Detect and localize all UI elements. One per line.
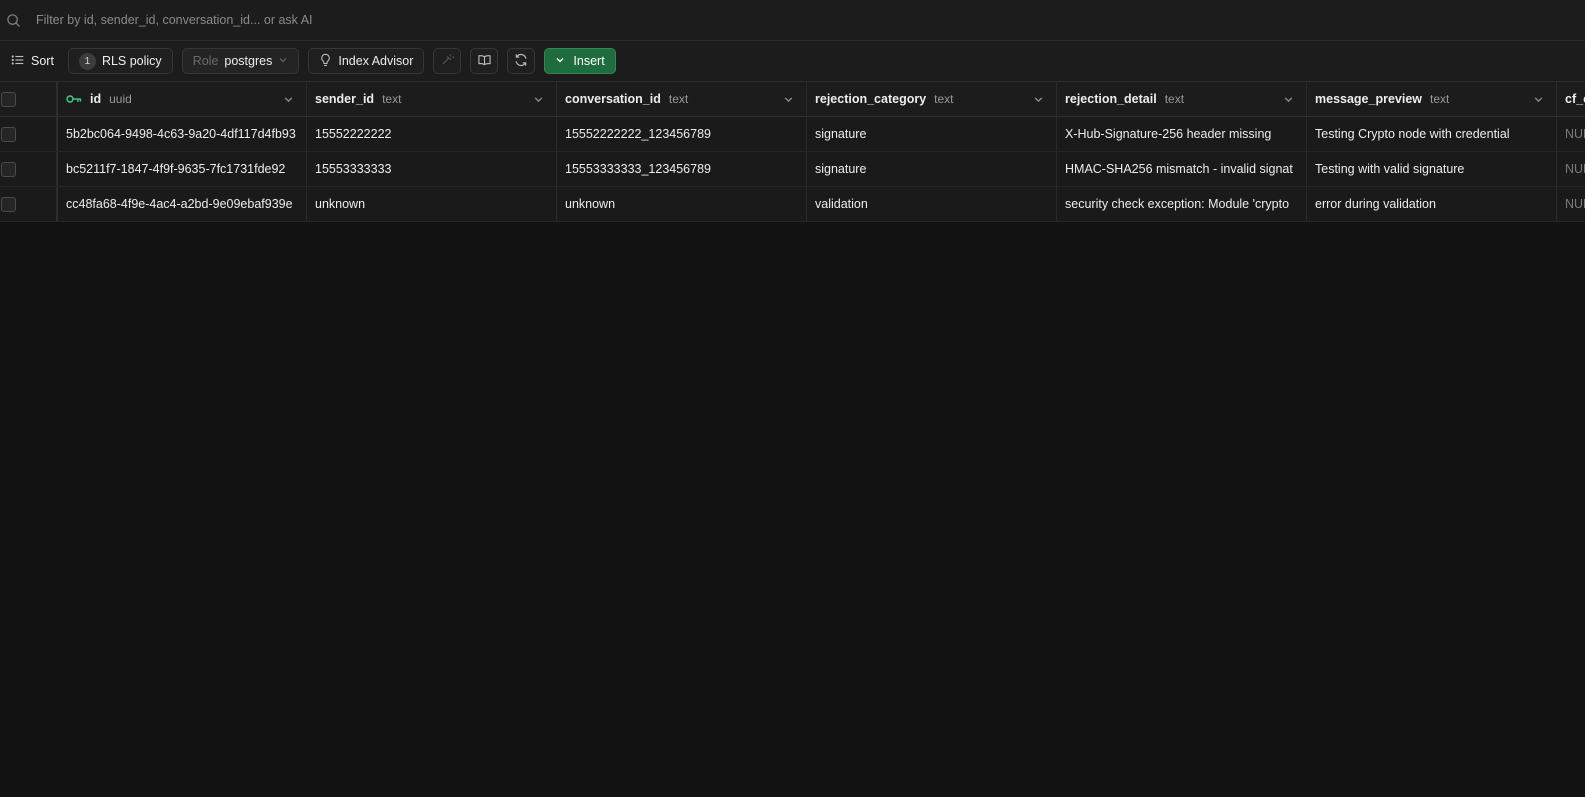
chevron-down-icon[interactable] — [1033, 94, 1044, 105]
cell-sender-id[interactable]: 15552222222 — [307, 117, 557, 151]
insert-button[interactable]: Insert — [544, 48, 616, 74]
role-prefix: Role — [192, 54, 219, 68]
column-type: uuid — [109, 92, 132, 106]
row-select-cell — [0, 187, 58, 221]
cell-conversation-id[interactable]: 15553333333_123456789 — [557, 152, 807, 186]
cell-rejection-category[interactable]: signature — [807, 152, 1057, 186]
cell-message-preview[interactable]: Testing with valid signature — [1307, 152, 1557, 186]
wand-icon — [441, 53, 454, 69]
column-type: text — [668, 92, 689, 106]
cell-message-preview[interactable]: error during validation — [1307, 187, 1557, 221]
chevron-down-icon[interactable] — [533, 94, 544, 105]
chevron-down-icon[interactable] — [283, 94, 294, 105]
row-select-cell — [0, 117, 58, 151]
column-header-conversation-id[interactable]: conversation_id text — [557, 82, 807, 116]
sort-label: Sort — [31, 54, 54, 68]
filter-input[interactable] — [36, 6, 936, 34]
cell-rejection-detail[interactable]: X-Hub-Signature-256 header missing — [1057, 117, 1307, 151]
cell-cf-c[interactable]: NUL — [1557, 187, 1585, 221]
column-name: cf_c — [1565, 92, 1585, 106]
row-checkbox[interactable] — [1, 161, 16, 177]
chevron-down-icon — [555, 54, 565, 68]
column-type: text — [382, 92, 402, 106]
column-name: rejection_detail — [1065, 92, 1157, 106]
filter-bar — [0, 0, 1585, 41]
row-checkbox[interactable] — [1, 126, 16, 142]
column-header-sender-id[interactable]: sender_id text — [307, 82, 557, 116]
cell-rejection-category[interactable]: signature — [807, 117, 1057, 151]
insert-label: Insert — [573, 54, 605, 68]
list-icon — [11, 53, 25, 70]
cell-id[interactable]: cc48fa68-4f9e-4ac4-a2bd-9e09ebaf939e — [58, 187, 307, 221]
chevron-down-icon[interactable] — [783, 94, 794, 105]
chevron-down-icon[interactable] — [1533, 94, 1544, 105]
column-header-rejection-detail[interactable]: rejection_detail text — [1057, 82, 1307, 116]
cell-rejection-detail[interactable]: security check exception: Module 'crypto — [1057, 187, 1307, 221]
cell-sender-id[interactable]: 15553333333 — [307, 152, 557, 186]
lightbulb-icon — [319, 53, 332, 70]
chevron-down-icon[interactable] — [1283, 94, 1294, 105]
docs-button[interactable] — [470, 48, 499, 74]
key-icon — [66, 94, 82, 104]
rls-policy-button[interactable]: 1 RLS policy — [67, 48, 173, 74]
select-all-checkbox[interactable] — [1, 91, 16, 107]
table-row[interactable]: bc5211f7-1847-4f9f-9635-7fc1731fde92 155… — [0, 152, 1585, 187]
cell-cf-c[interactable]: NUL — [1557, 117, 1585, 151]
column-name: message_preview — [1315, 92, 1423, 106]
search-icon — [6, 13, 21, 28]
cell-rejection-category[interactable]: validation — [807, 187, 1057, 221]
cell-id[interactable]: bc5211f7-1847-4f9f-9635-7fc1731fde92 — [58, 152, 307, 186]
refresh-icon — [514, 53, 528, 70]
sort-button[interactable]: Sort — [8, 48, 59, 74]
column-header-cf-c[interactable]: cf_c — [1557, 82, 1585, 116]
table-row[interactable]: 5b2bc064-9498-4c63-9a20-4df117d4fb93 155… — [0, 117, 1585, 152]
cell-conversation-id[interactable]: unknown — [557, 187, 807, 221]
chevron-down-icon — [278, 54, 288, 68]
table-toolbar: Sort 1 RLS policy Role postgres Index Ad… — [0, 41, 1585, 82]
row-select-cell — [0, 152, 58, 186]
book-icon — [478, 54, 491, 69]
index-advisor-label: Index Advisor — [338, 54, 414, 68]
table-row[interactable]: cc48fa68-4f9e-4ac4-a2bd-9e09ebaf939e unk… — [0, 187, 1585, 222]
role-selector[interactable]: Role postgres — [181, 48, 300, 74]
column-type: text — [1164, 92, 1185, 106]
column-header-message-preview[interactable]: message_preview text — [1307, 82, 1557, 116]
cell-sender-id[interactable]: unknown — [307, 187, 557, 221]
ai-assist-button[interactable] — [433, 48, 462, 74]
column-name: id — [90, 92, 102, 106]
index-advisor-button[interactable]: Index Advisor — [308, 48, 425, 74]
column-type: text — [934, 92, 954, 106]
cell-id[interactable]: 5b2bc064-9498-4c63-9a20-4df117d4fb93 — [58, 117, 307, 151]
column-header-rejection-category[interactable]: rejection_category text — [807, 82, 1057, 116]
cell-message-preview[interactable]: Testing Crypto node with credential — [1307, 117, 1557, 151]
column-header-id[interactable]: id uuid — [58, 82, 307, 116]
column-name: sender_id — [315, 92, 375, 106]
column-type: text — [1430, 92, 1450, 106]
rls-count-badge: 1 — [78, 52, 96, 70]
cell-cf-c[interactable]: NUL — [1557, 152, 1585, 186]
column-name: rejection_category — [815, 92, 927, 106]
role-value: postgres — [224, 54, 273, 68]
rls-policy-label: RLS policy — [101, 54, 162, 68]
select-all-cell — [0, 82, 58, 116]
row-checkbox[interactable] — [1, 196, 16, 212]
column-name: conversation_id — [565, 92, 661, 106]
cell-conversation-id[interactable]: 15552222222_123456789 — [557, 117, 807, 151]
table-header-row: id uuid sender_id text conversation_id t… — [0, 82, 1585, 117]
data-grid: id uuid sender_id text conversation_id t… — [0, 82, 1585, 222]
refresh-button[interactable] — [507, 48, 536, 74]
cell-rejection-detail[interactable]: HMAC-SHA256 mismatch - invalid signat — [1057, 152, 1307, 186]
